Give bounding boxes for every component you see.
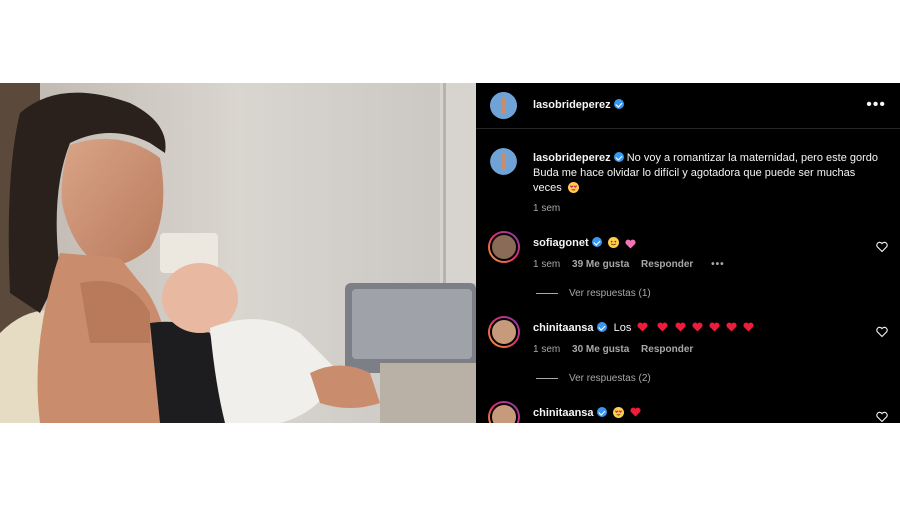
- post-header: lasobrideperez •••: [476, 83, 900, 129]
- post-caption: lasobrideperez No voy a romantizar la ma…: [533, 151, 878, 198]
- view-replies-label: Ver respuestas (1): [569, 288, 651, 299]
- comment-avatar[interactable]: [488, 316, 520, 348]
- instagram-post: lasobrideperez ••• lasobrideperez No voy…: [0, 83, 900, 423]
- comment-username[interactable]: sofiagonet: [533, 237, 589, 249]
- post-photo: [0, 83, 476, 423]
- comment-username[interactable]: chinitaansa: [533, 407, 594, 419]
- comment-likes[interactable]: 30 Me gusta: [572, 344, 629, 355]
- view-replies-button[interactable]: Ver respuestas (1): [536, 288, 651, 299]
- red-heart-emoji-icon: [627, 407, 641, 419]
- like-heart-icon[interactable]: [876, 241, 888, 253]
- comment-meta: 1 sem 39 Me gusta Responder •••: [533, 259, 734, 270]
- red-hearts-emoji-icon: [634, 322, 754, 334]
- replies-line: [536, 378, 558, 379]
- verified-icon: [613, 152, 624, 162]
- comment-avatar[interactable]: [488, 231, 520, 263]
- comment-text: chinitaansa Los: [533, 322, 754, 334]
- verified-icon: [596, 322, 607, 332]
- view-replies-label: Ver respuestas (2): [569, 373, 651, 384]
- comment-time: 1 sem: [533, 259, 561, 270]
- verified-icon: [591, 237, 602, 247]
- comment-avatar[interactable]: [488, 401, 520, 423]
- comment-body: Los: [613, 322, 632, 334]
- mother-baby-photo: [0, 83, 476, 423]
- post-sidebar: lasobrideperez ••• lasobrideperez No voy…: [476, 83, 900, 423]
- more-options-icon[interactable]: •••: [866, 96, 886, 114]
- heart-eyes-emoji-icon: [612, 407, 624, 421]
- replies-line: [536, 293, 558, 294]
- smile-emoji-icon: [607, 237, 619, 251]
- heart-eyes-emoji-icon: [567, 182, 579, 198]
- like-heart-icon[interactable]: [876, 326, 888, 338]
- caption-time: 1 sem: [533, 203, 561, 214]
- verified-icon: [613, 99, 624, 109]
- comment-meta: 1 sem 30 Me gusta Responder: [533, 344, 702, 355]
- header-username[interactable]: lasobrideperez: [533, 99, 624, 111]
- comment-likes[interactable]: 39 Me gusta: [572, 259, 629, 270]
- caption-username[interactable]: lasobrideperez: [533, 152, 624, 164]
- view-replies-button[interactable]: Ver respuestas (2): [536, 373, 651, 384]
- pink-heart-emoji-icon: [625, 239, 636, 251]
- reply-button[interactable]: Responder: [641, 344, 693, 355]
- comment-text: chinitaansa: [533, 407, 641, 421]
- comment-text: sofiagonet: [533, 237, 636, 251]
- comment-more-icon[interactable]: •••: [711, 259, 725, 270]
- comment-time: 1 sem: [533, 344, 561, 355]
- reply-button[interactable]: Responder: [641, 259, 693, 270]
- author-avatar[interactable]: [490, 92, 517, 119]
- caption-avatar[interactable]: [490, 148, 517, 175]
- verified-icon: [596, 407, 607, 417]
- comment-username[interactable]: chinitaansa: [533, 322, 594, 334]
- like-heart-icon[interactable]: [876, 411, 888, 423]
